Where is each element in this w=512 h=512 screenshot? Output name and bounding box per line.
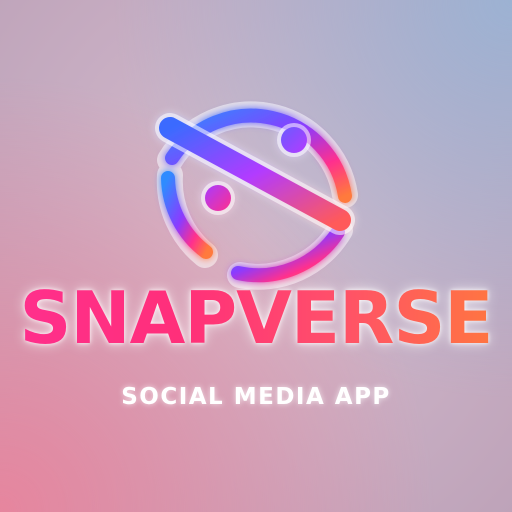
brand-tagline: SOCIAL MEDIA APP [121,384,391,410]
smiley-slash-icon [155,101,358,290]
dot-upper [281,127,307,153]
dot-lower [205,185,231,211]
brand-wordmark: SNAPVERSE [0,270,512,366]
app-logo [0,0,512,512]
